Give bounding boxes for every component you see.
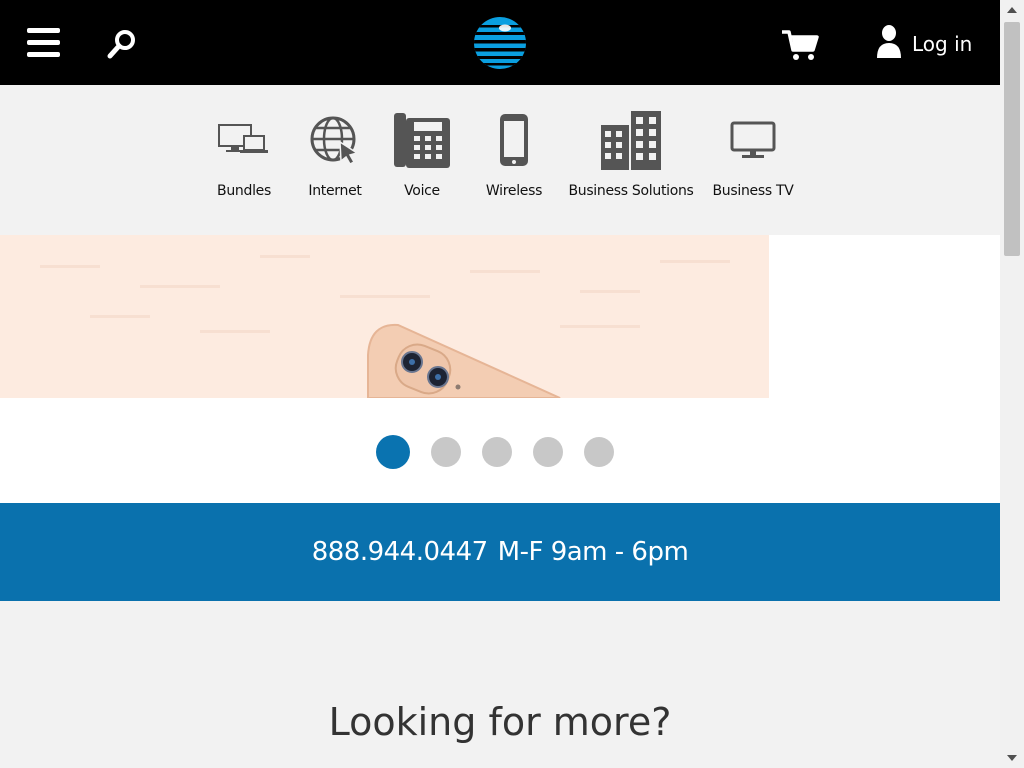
smartphone-icon xyxy=(498,107,530,173)
login-button[interactable]: Log in xyxy=(876,24,972,64)
login-label: Log in xyxy=(912,32,973,56)
vertical-scrollbar[interactable] xyxy=(1000,0,1024,768)
business-hours: M-F 9am - 6pm xyxy=(497,537,689,567)
category-wireless[interactable]: Wireless xyxy=(484,107,544,207)
category-label: Wireless xyxy=(485,183,543,199)
search-icon[interactable] xyxy=(104,26,140,62)
category-internet[interactable]: Internet xyxy=(305,107,365,207)
top-header: Log in xyxy=(0,0,1000,85)
category-bundles[interactable]: Bundles xyxy=(214,107,274,207)
globe-cursor-icon xyxy=(310,107,360,173)
phone-number[interactable]: 888.944.0447 xyxy=(312,537,488,567)
desk-phone-icon xyxy=(392,107,452,173)
hero-carousel xyxy=(0,235,1000,503)
devices-icon xyxy=(218,107,270,173)
carousel-dot-5[interactable] xyxy=(584,437,614,467)
carousel-dot-3[interactable] xyxy=(482,437,512,467)
category-label: Business TV xyxy=(712,183,794,199)
carousel-dot-2[interactable] xyxy=(431,437,461,467)
category-voice[interactable]: Voice xyxy=(391,107,453,207)
carousel-dot-4[interactable] xyxy=(533,437,563,467)
category-business-solutions[interactable]: Business Solutions xyxy=(566,107,696,207)
hamburger-menu-icon[interactable] xyxy=(27,28,60,60)
carousel-dot-1[interactable] xyxy=(376,435,410,469)
category-label: Internet xyxy=(308,183,362,199)
category-label: Business Solutions xyxy=(568,183,694,199)
category-nav: Bundles Internet Voice Wireless Business… xyxy=(0,85,1000,235)
building-icon xyxy=(600,107,662,173)
scrollbar-thumb[interactable] xyxy=(1004,22,1020,256)
monitor-icon xyxy=(730,107,776,173)
category-label: Voice xyxy=(404,183,440,199)
att-logo[interactable] xyxy=(473,16,527,70)
user-icon xyxy=(876,24,902,64)
scroll-down-arrow-icon[interactable] xyxy=(1000,748,1024,768)
shopping-cart-icon[interactable] xyxy=(780,26,820,62)
section-title: Looking for more? xyxy=(328,700,672,744)
hero-slide-image[interactable] xyxy=(0,235,769,398)
phone-banner[interactable]: 888.944.0447 M-F 9am - 6pm xyxy=(0,503,1000,601)
category-business-tv[interactable]: Business TV xyxy=(710,107,796,207)
carousel-dots xyxy=(376,435,635,469)
scroll-up-arrow-icon[interactable] xyxy=(1000,0,1024,20)
page: Log in Bundles Internet Voice Wireless B… xyxy=(0,0,1000,768)
category-label: Bundles xyxy=(217,183,271,199)
